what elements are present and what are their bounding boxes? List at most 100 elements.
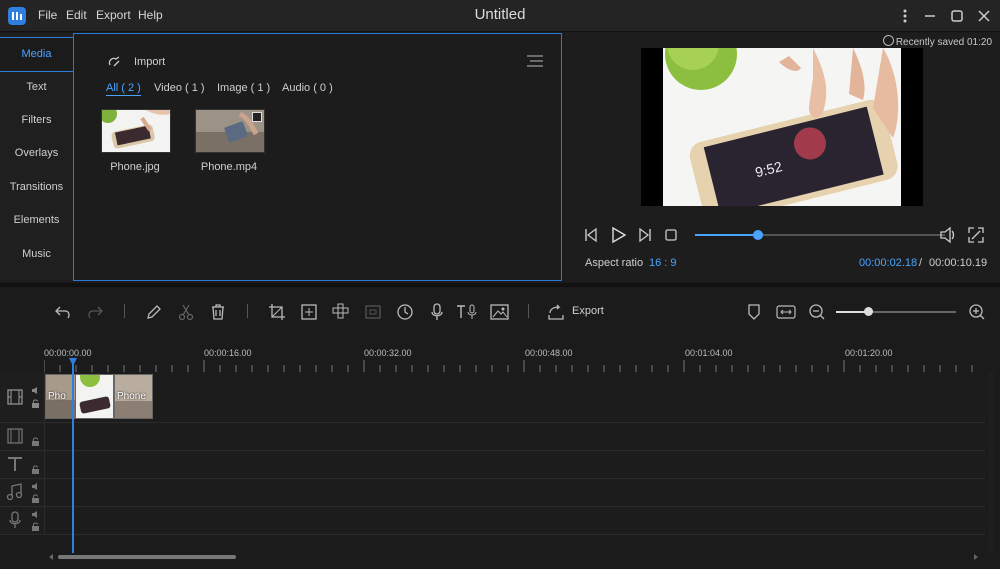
scroll-right-arrow-icon[interactable] [972, 553, 980, 561]
voiceover-track-header [0, 507, 45, 534]
fullscreen-icon[interactable] [967, 226, 985, 244]
left-tab-bar: Media Text Filters Overlays Transitions … [0, 33, 73, 281]
total-time: 00:00:10.19 [929, 257, 988, 269]
zoom-in-icon[interactable] [968, 303, 986, 321]
close-icon[interactable] [975, 7, 993, 25]
ruler-label: 00:00:32.00 [364, 348, 412, 358]
filter-audio[interactable]: Audio ( 0 ) [282, 82, 333, 94]
scroll-left-arrow-icon[interactable] [47, 553, 55, 561]
volume-icon[interactable] [939, 226, 957, 244]
microphone-icon [6, 511, 24, 529]
video-frame-image: 9:52 [663, 48, 901, 206]
time-separator: / [919, 257, 923, 269]
ruler-label: 00:01:04.00 [685, 348, 733, 358]
app-logo-icon [8, 7, 26, 25]
window-title: Untitled [474, 6, 526, 23]
edit-pencil-icon[interactable] [145, 303, 163, 321]
timeline-ruler[interactable]: 00:00:00.00 00:00:16.00 00:00:32.00 00:0… [0, 340, 1000, 372]
export-button[interactable]: Export [572, 305, 604, 317]
undo-icon[interactable] [54, 303, 72, 321]
tab-media[interactable]: Media [0, 37, 73, 72]
current-time: 00:00:02.18 [859, 257, 918, 269]
filter-all[interactable]: All ( 2 ) [106, 82, 141, 96]
stop-icon[interactable] [665, 229, 677, 241]
redo-icon[interactable] [86, 303, 104, 321]
import-button[interactable]: Import [134, 56, 165, 68]
ruler-ticks [44, 360, 973, 372]
media-thumb-phone-jpg[interactable] [101, 109, 171, 153]
speaker-icon[interactable] [31, 482, 40, 491]
export-icon[interactable] [547, 303, 565, 321]
cut-icon[interactable] [177, 303, 195, 321]
delete-icon[interactable] [209, 303, 227, 321]
crop-icon[interactable] [268, 303, 286, 321]
film-icon [6, 388, 24, 406]
menu-edit[interactable]: Edit [66, 8, 87, 22]
tab-music[interactable]: Music [0, 238, 73, 271]
tab-overlays[interactable]: Overlays [0, 137, 73, 170]
tab-filters[interactable]: Filters [0, 104, 73, 137]
freeze-frame-icon[interactable] [364, 303, 382, 321]
zoom-out-icon[interactable] [808, 303, 826, 321]
lock-icon[interactable] [31, 399, 40, 408]
menu-file[interactable]: File [38, 8, 57, 22]
next-frame-icon[interactable] [637, 227, 653, 243]
speaker-icon[interactable] [31, 510, 40, 519]
zoom-frame-icon[interactable] [300, 303, 318, 321]
video-track: Pho Phone [0, 372, 985, 423]
tab-text[interactable]: Text [0, 71, 73, 104]
previous-frame-icon[interactable] [583, 227, 599, 243]
tab-transitions[interactable]: Transitions [0, 171, 73, 204]
import-icon[interactable] [106, 53, 124, 71]
seek-bar-progress [695, 234, 758, 236]
toolbar-separator [124, 304, 125, 318]
title-bar: File Edit Export Help Untitled [0, 0, 1000, 32]
music-track [0, 479, 985, 507]
playhead[interactable] [72, 360, 74, 553]
video-badge-icon [252, 112, 262, 122]
play-icon[interactable] [609, 226, 627, 244]
timeline-clip[interactable] [75, 374, 114, 419]
overlay-track [0, 423, 985, 451]
seek-handle[interactable] [752, 230, 763, 240]
mosaic-icon[interactable] [332, 303, 350, 321]
fit-timeline-icon[interactable] [776, 303, 796, 321]
lock-icon[interactable] [31, 465, 40, 474]
aspect-ratio-value[interactable]: 16 : 9 [649, 257, 677, 269]
speaker-icon[interactable] [31, 386, 40, 395]
media-thumb-phone-mp4[interactable] [195, 109, 265, 153]
toolbar-separator [247, 304, 248, 318]
menu-help[interactable]: Help [138, 8, 163, 22]
ruler-label: 00:00:16.00 [204, 348, 252, 358]
lock-icon[interactable] [31, 494, 40, 503]
filter-image[interactable]: Image ( 1 ) [217, 82, 270, 94]
marker-icon[interactable] [745, 303, 763, 321]
menu-export[interactable]: Export [96, 8, 131, 22]
toolbar-separator [528, 304, 529, 318]
text-track-header [0, 451, 45, 478]
speed-clock-icon[interactable] [396, 303, 414, 321]
saved-status: Recently saved 01:20 [882, 35, 992, 48]
text-to-speech-icon[interactable] [456, 303, 480, 321]
zoom-slider-handle[interactable] [864, 307, 873, 316]
overlay-track-header [0, 423, 45, 450]
minimize-icon[interactable] [921, 7, 939, 25]
timeline-vertical-scrollbar[interactable] [988, 372, 994, 552]
lock-icon[interactable] [31, 522, 40, 531]
timeline-clip[interactable]: Phone [114, 374, 153, 419]
timeline-horizontal-scrollbar[interactable] [58, 555, 236, 559]
list-view-icon[interactable] [526, 53, 544, 69]
filter-video[interactable]: Video ( 1 ) [154, 82, 205, 94]
ruler-label: 00:01:20.00 [845, 348, 893, 358]
lock-icon[interactable] [31, 437, 40, 446]
maximize-icon[interactable] [948, 7, 966, 25]
voiceover-mic-icon[interactable] [428, 303, 446, 321]
tab-elements[interactable]: Elements [0, 204, 73, 237]
clip-label: Phone [117, 391, 146, 402]
image-overlay-icon[interactable] [490, 303, 510, 321]
more-options-icon[interactable] [896, 7, 914, 25]
video-preview[interactable]: 9:52 [641, 48, 923, 206]
editing-toolbar: Export [0, 287, 1000, 337]
film-icon [6, 427, 24, 445]
ruler-label: 00:00:48.00 [525, 348, 573, 358]
